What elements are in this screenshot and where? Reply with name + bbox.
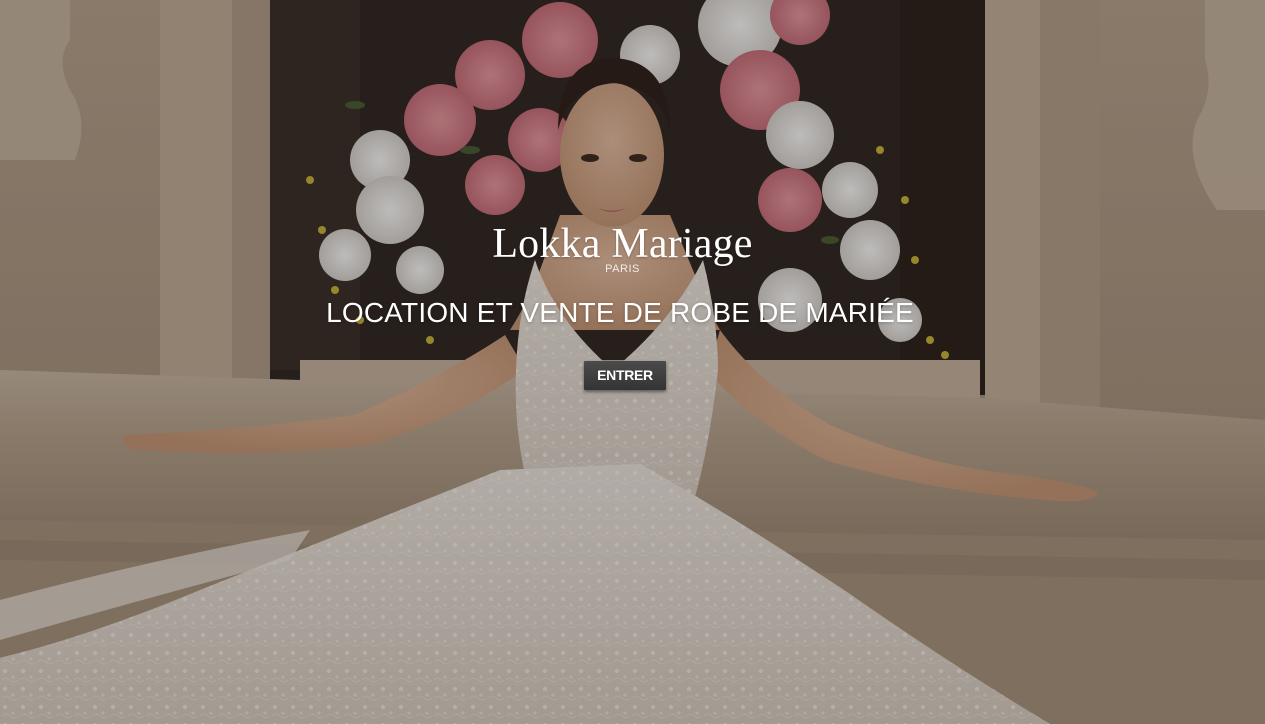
- brand-logo-title: Lokka Mariage: [492, 221, 753, 267]
- enter-button[interactable]: ENTRER: [584, 361, 666, 390]
- landing-page: Lokka Mariage PARIS LOCATION ET VENTE DE…: [0, 0, 1265, 724]
- brand-location-subtitle: PARIS: [605, 263, 640, 275]
- hero-tagline: LOCATION ET VENTE DE ROBE DE MARIÉE: [326, 297, 914, 328]
